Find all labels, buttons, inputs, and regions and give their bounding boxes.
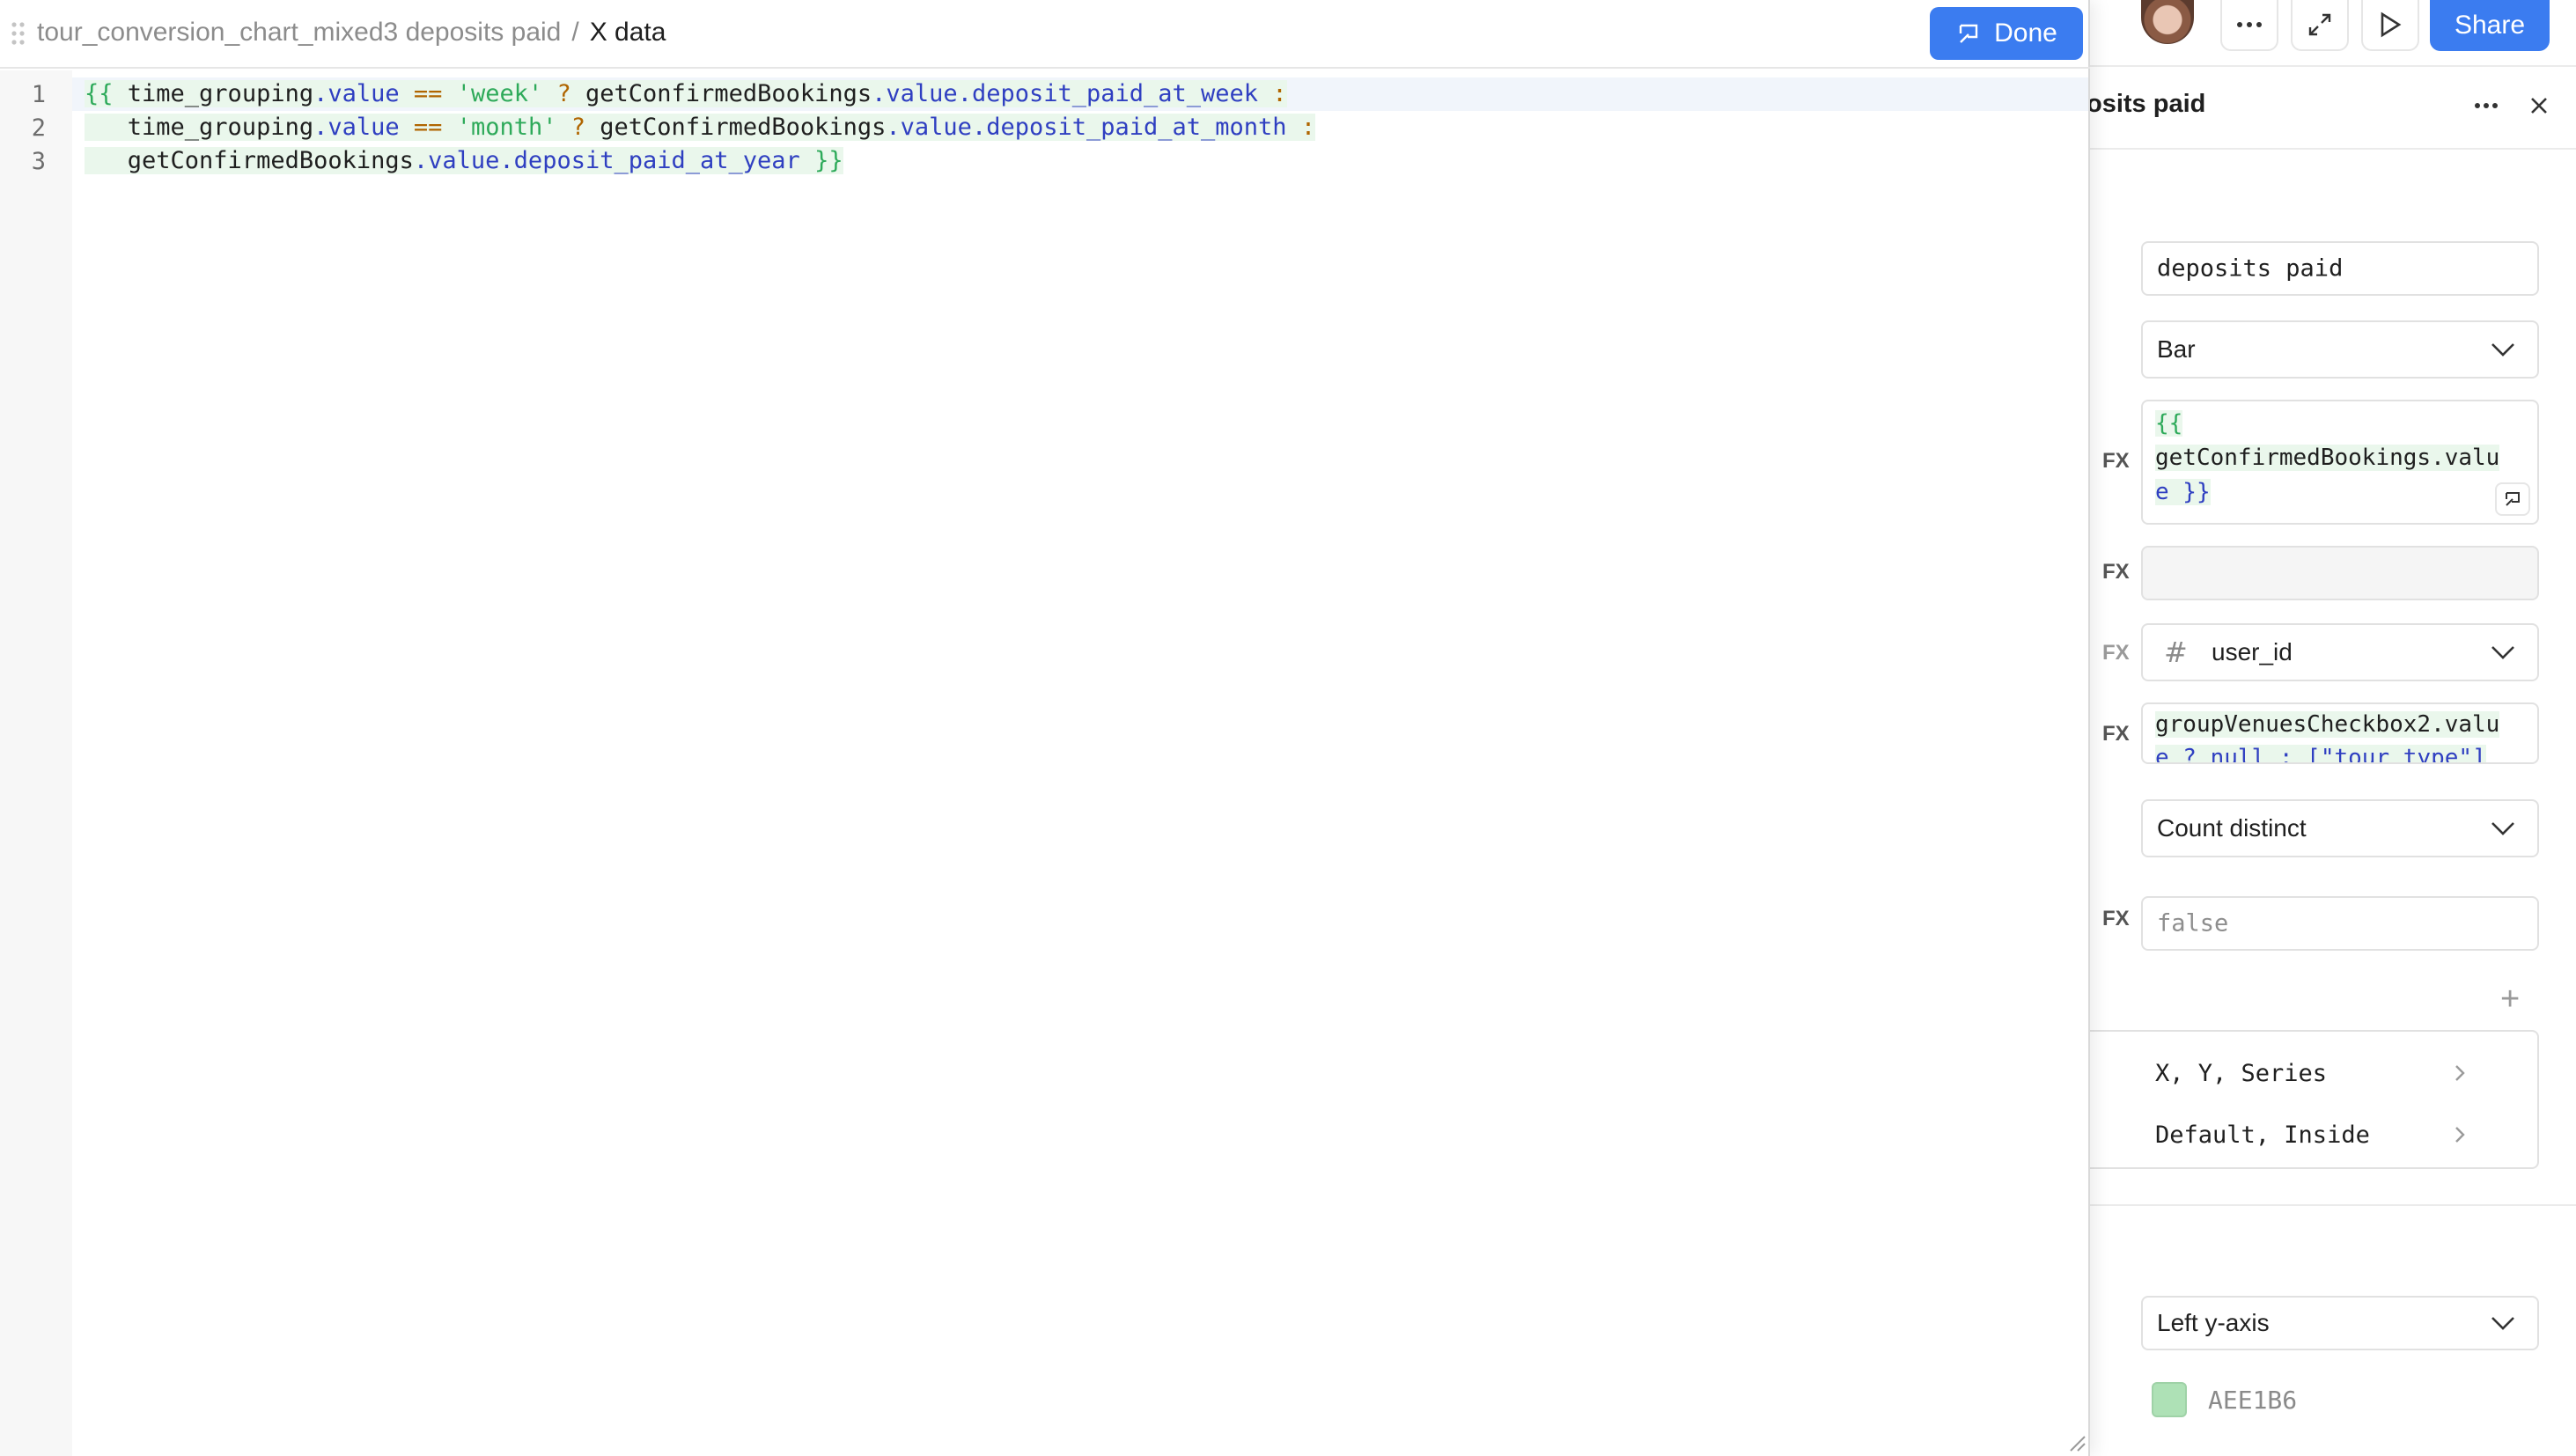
chart-properties-panel: Share osits paid deposits paid Bar FX {{… bbox=[2087, 0, 2576, 1456]
chart-type-value: Bar bbox=[2157, 335, 2196, 363]
number-column-icon: # bbox=[2164, 636, 2188, 669]
fx-toggle[interactable]: FX bbox=[2102, 722, 2130, 746]
share-button[interactable]: Share bbox=[2430, 0, 2550, 51]
play-icon bbox=[2381, 11, 2402, 38]
color-hex-value[interactable]: AEE1B6 bbox=[2208, 1386, 2297, 1415]
chevron-down-icon bbox=[2491, 822, 2514, 835]
settings-group: X, Y, Series Default, Inside bbox=[2087, 1030, 2539, 1169]
panel-title: osits paid bbox=[2087, 90, 2206, 118]
panel-close-button[interactable] bbox=[2521, 90, 2557, 121]
fx-toggle[interactable]: FX bbox=[2102, 907, 2130, 931]
add-button[interactable]: + bbox=[2500, 982, 2520, 1016]
aggregation-select[interactable]: Count distinct bbox=[2141, 799, 2539, 857]
code-line[interactable]: time_grouping.value == 'month' ? getConf… bbox=[85, 111, 1316, 144]
x-axis-column-value: user_id bbox=[2212, 638, 2293, 665]
code-text-area[interactable]: {{ time_grouping.value == 'week' ? getCo… bbox=[85, 77, 1316, 178]
chevron-down-icon bbox=[2491, 343, 2514, 357]
aggregation-value: Count distinct bbox=[2157, 814, 2307, 842]
chevron-down-icon bbox=[2491, 1317, 2514, 1330]
divider bbox=[2087, 148, 2576, 150]
drag-handle-icon[interactable] bbox=[11, 21, 26, 46]
y-axis-select[interactable]: Left y-axis bbox=[2141, 1296, 2539, 1350]
hidden-input[interactable]: false bbox=[2141, 896, 2539, 951]
code-editor-modal: tour_conversion_chart_mixed3 deposits pa… bbox=[0, 0, 2090, 1456]
more-horizontal-icon bbox=[2475, 103, 2498, 108]
data-source-code-input[interactable]: {{ getConfirmedBookings.valu e }} bbox=[2141, 400, 2539, 525]
resize-handle-icon[interactable] bbox=[2065, 1431, 2087, 1452]
line-number-gutter: 1 2 3 bbox=[0, 70, 72, 1456]
done-button[interactable]: Done bbox=[1930, 7, 2083, 60]
user-avatar[interactable] bbox=[2141, 0, 2194, 44]
line-number: 3 bbox=[31, 148, 46, 175]
code-line: groupVenuesCheckbox2.valu bbox=[2155, 711, 2500, 738]
done-label: Done bbox=[1994, 18, 2057, 48]
y-axis-value: Left y-axis bbox=[2157, 1309, 2270, 1336]
series-name-value: deposits paid bbox=[2157, 254, 2344, 283]
fx-toggle[interactable]: FX bbox=[2102, 449, 2130, 474]
chevron-down-icon bbox=[2491, 646, 2514, 659]
code-line[interactable]: {{ time_grouping.value == 'week' ? getCo… bbox=[85, 77, 1315, 111]
more-horizontal-icon bbox=[2237, 22, 2262, 27]
more-options-button[interactable] bbox=[2220, 0, 2278, 51]
close-icon bbox=[2531, 98, 2547, 114]
group-row-labels[interactable]: Default, Inside bbox=[2155, 1121, 2370, 1149]
fx-toggle[interactable]: FX bbox=[2102, 641, 2130, 665]
x-axis-column-select[interactable]: # user_id bbox=[2141, 623, 2539, 681]
group-by-code-input[interactable]: groupVenuesCheckbox2.valu e ? null : ["t… bbox=[2141, 702, 2539, 764]
editor-header: tour_conversion_chart_mixed3 deposits pa… bbox=[0, 0, 2090, 69]
group-row-axes[interactable]: X, Y, Series bbox=[2155, 1060, 2327, 1087]
expand-icon bbox=[2308, 13, 2331, 36]
breadcrumb: tour_conversion_chart_mixed3 deposits pa… bbox=[37, 18, 666, 48]
chart-type-select[interactable]: Bar bbox=[2141, 320, 2539, 379]
code-line: e ? null : ["tour_type"] bbox=[2155, 745, 2486, 762]
panel-more-button[interactable] bbox=[2469, 90, 2504, 121]
fx-toggle[interactable]: FX bbox=[2102, 560, 2130, 585]
code-line: {{ bbox=[2155, 410, 2183, 437]
open-editor-button[interactable] bbox=[2495, 482, 2530, 516]
preview-run-button[interactable] bbox=[2361, 0, 2419, 51]
divider bbox=[2087, 1204, 2576, 1206]
color-swatch[interactable] bbox=[2152, 1382, 2187, 1417]
line-number: 1 bbox=[31, 81, 46, 108]
series-name-input[interactable]: deposits paid bbox=[2141, 241, 2539, 296]
breadcrumb-parent[interactable]: tour_conversion_chart_mixed3 deposits pa… bbox=[37, 18, 561, 47]
breadcrumb-current: X data bbox=[589, 18, 666, 47]
open-editor-icon bbox=[2506, 492, 2520, 506]
collapse-editor-icon bbox=[1959, 24, 1978, 43]
code-line: getConfirmedBookings.valu bbox=[2155, 445, 2500, 471]
chevron-right-icon bbox=[2455, 1127, 2465, 1143]
breadcrumb-separator: / bbox=[571, 18, 579, 47]
code-line[interactable]: getConfirmedBookings.value.deposit_paid_… bbox=[85, 144, 1315, 178]
hidden-placeholder: false bbox=[2157, 909, 2229, 938]
chevron-right-icon bbox=[2455, 1065, 2465, 1081]
top-toolbar: Share bbox=[2087, 0, 2576, 67]
line-number: 2 bbox=[31, 114, 46, 142]
code-line: e }} bbox=[2155, 479, 2211, 505]
fullscreen-button[interactable] bbox=[2291, 0, 2349, 51]
x-data-input[interactable] bbox=[2141, 546, 2539, 600]
